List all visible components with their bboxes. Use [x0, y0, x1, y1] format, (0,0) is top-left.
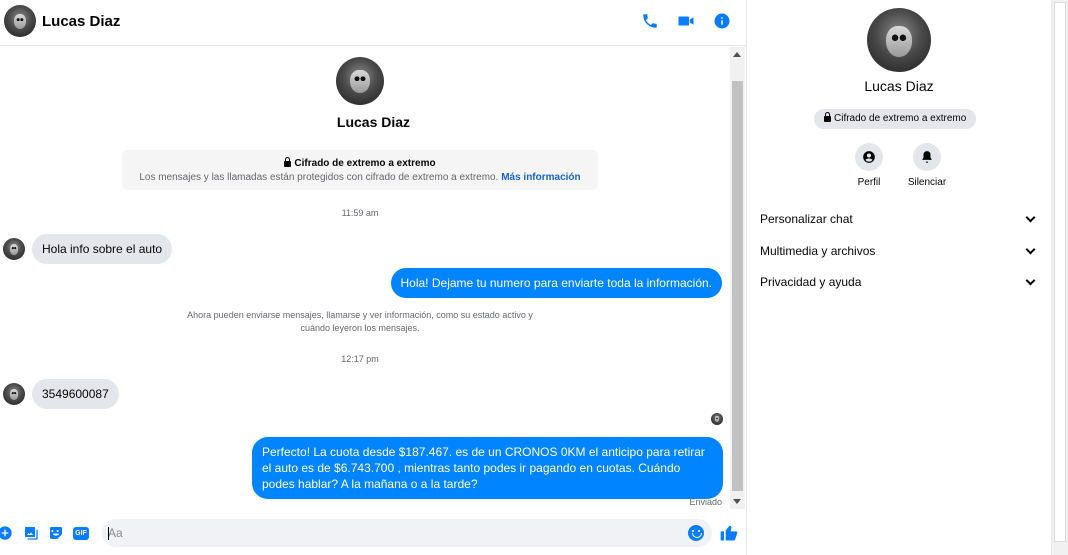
header-avatar[interactable]	[4, 5, 36, 37]
e2e-badge: Cifrado de extremo a extremo	[814, 109, 977, 129]
scroll-up-arrow-icon[interactable]	[733, 52, 741, 57]
timestamp: 11:59 am	[341, 208, 379, 218]
intro-avatar	[336, 57, 384, 105]
emoji-icon[interactable]	[688, 525, 704, 541]
lock-icon	[824, 112, 831, 122]
timestamp: 12:17 pm	[341, 354, 379, 364]
messenger-window: Lucas Diaz Lucas Diaz Cifrado de extremo…	[0, 0, 1068, 555]
message-list[interactable]: Lucas Diaz Cifrado de extremo a extremo …	[0, 47, 730, 509]
section-media-files[interactable]: Multimedia y archivos	[760, 240, 1038, 262]
bell-icon[interactable]	[913, 143, 941, 171]
seen-indicator-avatar	[711, 413, 723, 425]
outgoing-message[interactable]: Perfecto! La cuota desde $187.467. es de…	[252, 437, 723, 499]
intro-contact-name: Lucas Diaz	[336, 114, 411, 130]
thumbs-up-icon[interactable]	[719, 523, 739, 543]
incoming-message[interactable]: 3549600087	[32, 379, 119, 409]
page-scroll-thumb[interactable]	[1054, 2, 1066, 542]
e2e-text: Los mensajes y las llamadas están proteg…	[139, 172, 499, 183]
e2e-notice-text: Los mensajes y las llamadas están proteg…	[122, 171, 598, 185]
sent-status: Enviado	[689, 497, 722, 507]
section-customize-chat[interactable]: Personalizar chat	[760, 208, 1038, 230]
mute-action[interactable]: Silenciar	[897, 143, 957, 188]
page-scrollbar[interactable]	[1051, 0, 1068, 555]
e2e-title: Cifrado de extremo a extremo	[294, 158, 436, 169]
chat-scrollbar[interactable]	[730, 47, 745, 509]
e2e-notice-title: Cifrado de extremo a extremo	[122, 157, 598, 171]
profile-label: Perfil	[857, 177, 881, 188]
plus-circle-icon[interactable]	[0, 524, 14, 542]
section-privacy-help[interactable]: Privacidad y ayuda	[760, 271, 1038, 293]
sticker-icon[interactable]	[47, 524, 65, 542]
more-info-link[interactable]: Más información	[501, 172, 580, 183]
sender-avatar[interactable]	[3, 383, 25, 405]
chevron-down-icon	[1025, 275, 1036, 285]
lock-icon	[284, 157, 292, 167]
sender-avatar[interactable]	[3, 238, 25, 260]
profile-action[interactable]: Perfil	[839, 143, 899, 188]
scroll-thumb[interactable]	[732, 81, 743, 491]
mute-label: Silenciar	[907, 177, 947, 188]
conversation-info-panel: Lucas Diaz Cifrado de extremo a extremo …	[748, 0, 1050, 555]
info-contact-name: Lucas Diaz	[864, 78, 934, 94]
scroll-down-arrow-icon[interactable]	[733, 499, 741, 504]
header-contact-name[interactable]: Lucas Diaz	[42, 13, 120, 30]
gif-icon: GIF	[73, 526, 89, 540]
chat-header: Lucas Diaz	[0, 0, 746, 46]
e2e-badge-label: Cifrado de extremo a extremo	[834, 113, 967, 124]
phone-icon[interactable]	[640, 11, 660, 31]
section-label: Privacidad y ayuda	[760, 275, 862, 289]
header-actions	[640, 11, 732, 31]
outgoing-message[interactable]: Hola! Dejame tu numero para enviarte tod…	[390, 268, 722, 298]
section-label: Multimedia y archivos	[760, 244, 876, 258]
chat-pane: Lucas Diaz Lucas Diaz Cifrado de extremo…	[0, 0, 747, 555]
composer: GIF	[0, 511, 746, 555]
text-caret	[108, 527, 109, 540]
photo-icon[interactable]	[22, 524, 40, 542]
profile-icon[interactable]	[855, 143, 883, 171]
video-camera-icon[interactable]	[676, 11, 696, 31]
section-label: Personalizar chat	[760, 212, 853, 226]
chevron-down-icon	[1025, 244, 1036, 254]
incoming-message[interactable]: Hola info sobre el auto	[32, 234, 173, 264]
message-input[interactable]	[102, 519, 712, 547]
system-note: Ahora pueden enviarse mensajes, llamarse…	[187, 310, 533, 333]
gif-button[interactable]: GIF	[72, 524, 90, 542]
info-avatar[interactable]	[867, 8, 931, 72]
e2e-notice: Cifrado de extremo a extremo Los mensaje…	[122, 150, 598, 190]
info-icon[interactable]	[712, 11, 732, 31]
chevron-down-icon	[1025, 212, 1036, 222]
